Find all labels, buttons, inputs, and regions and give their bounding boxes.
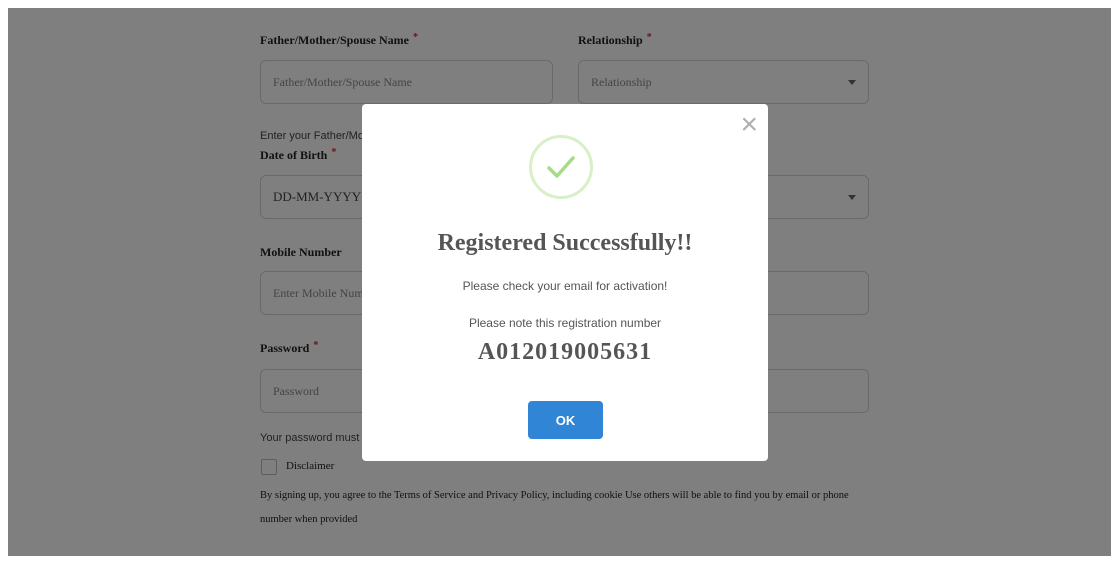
close-icon[interactable]: × (740, 110, 758, 140)
dialog-title: Registered Successfully!! (437, 230, 693, 256)
dialog-note: Please note this registration number (468, 316, 662, 330)
check-circle-icon (529, 135, 593, 199)
registration-number: A012019005631 (477, 339, 653, 365)
dialog-message: Please check your email for activation! (462, 279, 668, 293)
ok-button[interactable]: OK (528, 401, 603, 439)
success-dialog: × Registered Successfully!! Please check… (362, 104, 768, 461)
